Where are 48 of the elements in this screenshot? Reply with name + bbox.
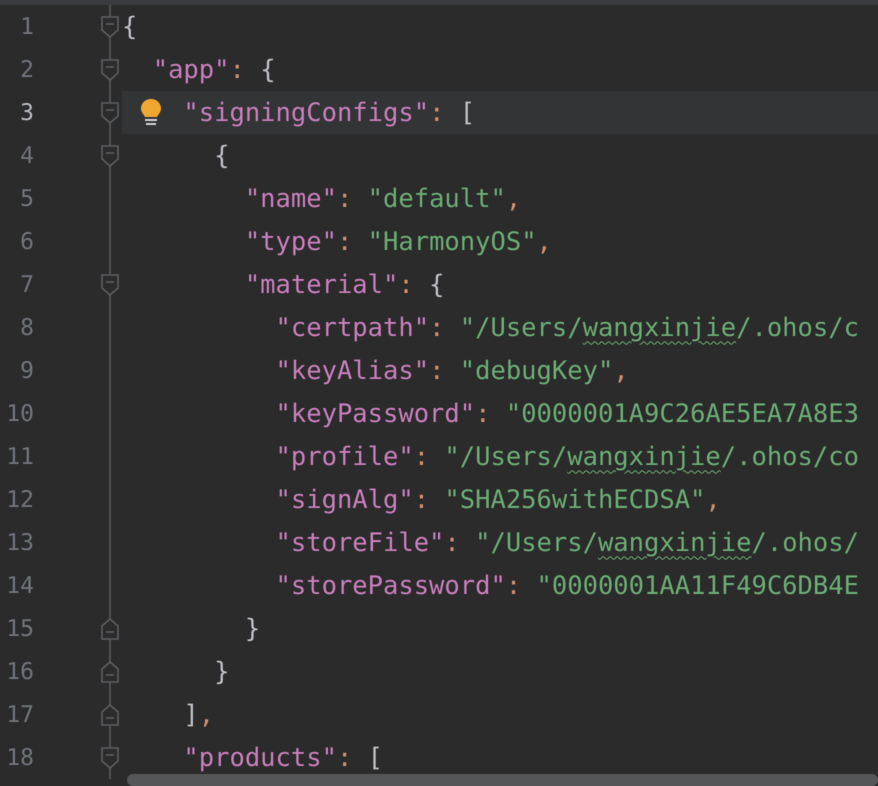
fold-icon[interactable] xyxy=(101,58,119,80)
line-number: 2 xyxy=(19,56,34,82)
unfold-icon[interactable] xyxy=(101,618,119,640)
code-line: "name": "default", xyxy=(244,184,522,214)
line-number: 15 xyxy=(5,616,34,642)
line-number: 4 xyxy=(19,142,34,168)
code-line: "storePassword": "0000001AA11F49C6DB4E xyxy=(276,570,859,600)
unfold-icon[interactable] xyxy=(101,660,119,682)
line-number: 3 xyxy=(19,100,34,126)
line-number: 18 xyxy=(5,744,34,770)
code-line: } xyxy=(244,614,260,644)
line-number: 7 xyxy=(19,272,34,298)
code-line: ], xyxy=(183,700,214,730)
line-number: 5 xyxy=(19,186,34,212)
fold-icon[interactable] xyxy=(101,16,119,38)
fold-icon[interactable] xyxy=(101,274,119,296)
line-number: 16 xyxy=(5,658,34,684)
code-line: "signAlg": "SHA256withECDSA", xyxy=(276,484,721,514)
line-number: 14 xyxy=(5,572,34,598)
code-line: "material": { xyxy=(244,270,444,300)
horizontal-scrollbar[interactable] xyxy=(127,774,878,786)
line-number: 13 xyxy=(5,530,34,556)
code-line: "signingConfigs": [ xyxy=(183,98,476,128)
unfold-icon[interactable] xyxy=(101,704,119,726)
line-number: 17 xyxy=(5,702,34,728)
code-line: "type": "HarmonyOS", xyxy=(244,226,552,256)
code-line: "profile": "/Users/wangxinjie/.ohos/co xyxy=(276,442,859,472)
code-line: "keyPassword": "0000001A9C26AE5EA7A8E3 xyxy=(276,398,859,428)
code-line: "certpath": "/Users/wangxinjie/.ohos/c xyxy=(276,312,859,342)
code-line: "storeFile": "/Users/wangxinjie/.ohos/ xyxy=(276,528,859,558)
fold-icon[interactable] xyxy=(101,746,119,768)
line-number: 9 xyxy=(19,358,34,384)
code-line: "app": { xyxy=(152,54,276,84)
code-line: { xyxy=(214,140,230,170)
line-number: 12 xyxy=(5,486,34,512)
code-line: { xyxy=(122,12,138,42)
code-line: "keyAlias": "debugKey", xyxy=(276,356,629,386)
line-number: 10 xyxy=(5,400,34,426)
code-line: "products": [ xyxy=(183,742,384,772)
line-number: 1 xyxy=(19,14,34,40)
fold-icon[interactable] xyxy=(101,144,119,166)
line-number: 11 xyxy=(5,444,34,470)
line-number: 6 xyxy=(19,228,34,254)
code-line: } xyxy=(214,656,230,686)
code-editor[interactable] xyxy=(0,0,878,786)
lightbulb-icon[interactable] xyxy=(140,98,162,126)
fold-icon[interactable] xyxy=(101,102,119,124)
line-number: 8 xyxy=(19,314,34,340)
